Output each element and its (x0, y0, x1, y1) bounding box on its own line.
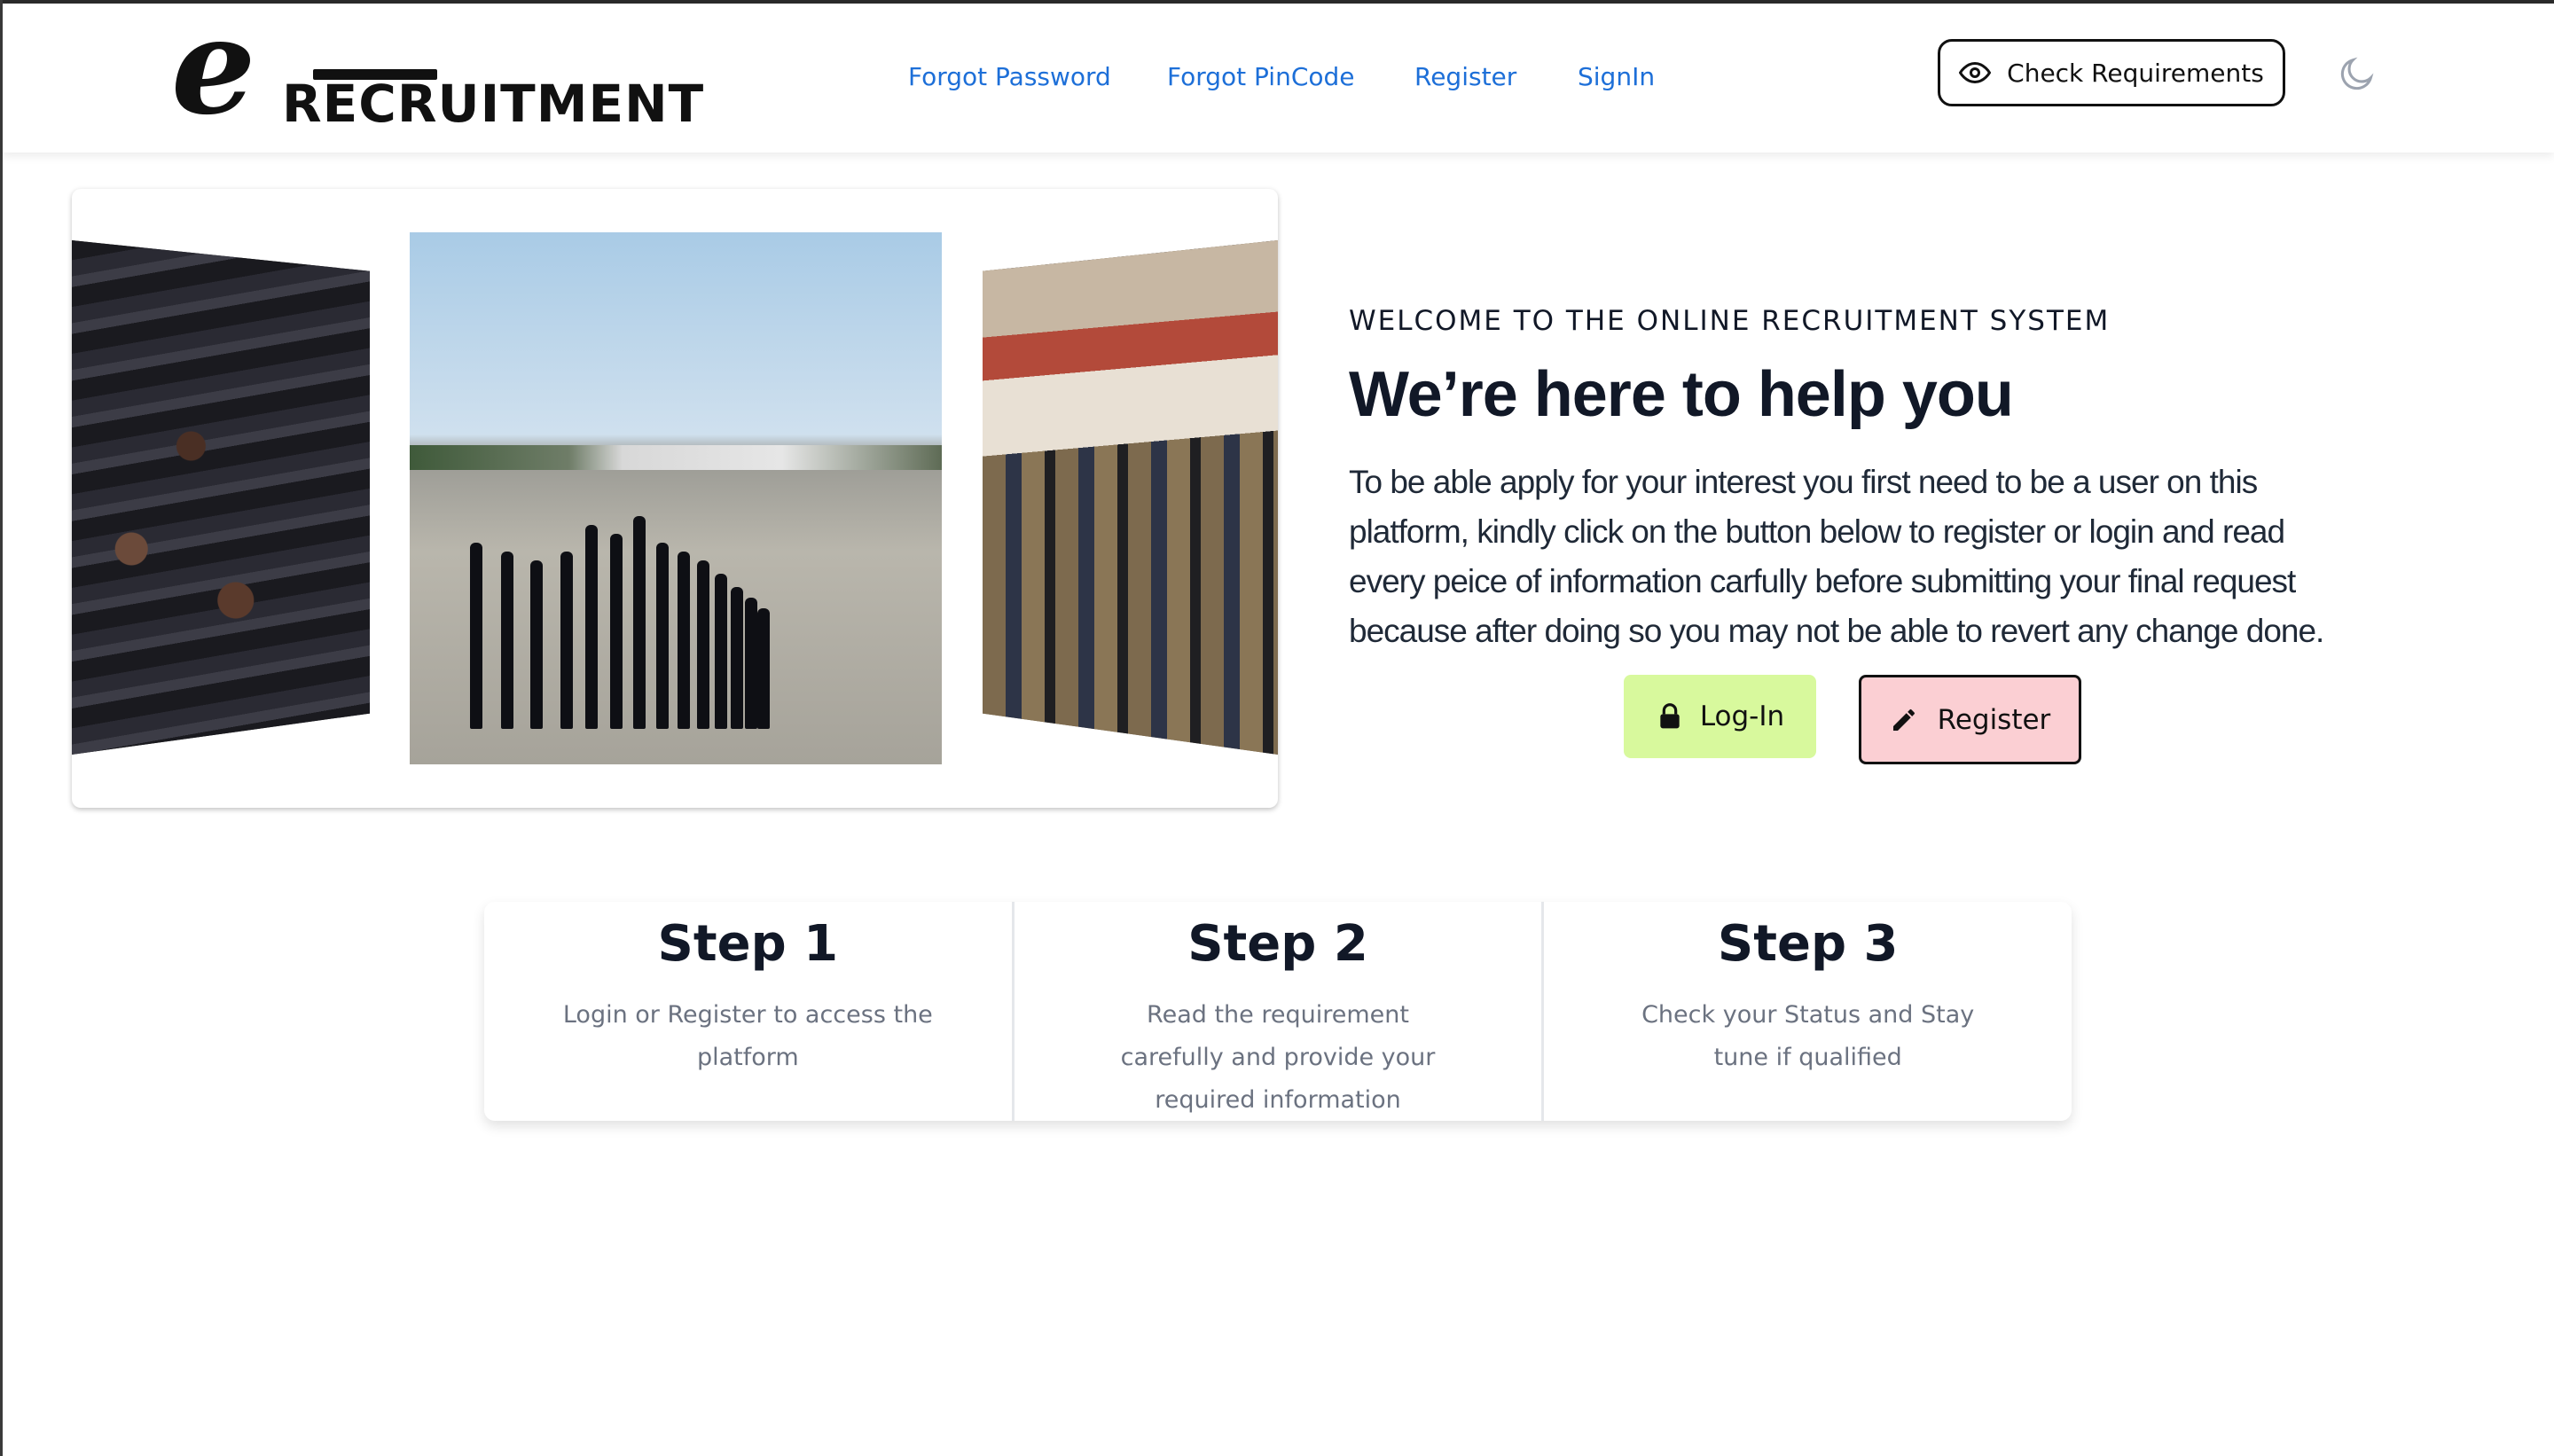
welcome-eyebrow: WELCOME TO THE ONLINE RECRUITMENT SYSTEM (1349, 305, 2111, 337)
photo-parade-figures (461, 463, 780, 729)
step-description: Check your Status and Stay tune if quali… (1641, 1001, 1975, 1071)
moon-icon[interactable] (2337, 53, 2378, 94)
eye-icon (1959, 61, 1992, 84)
register-label: Register (1937, 703, 2051, 736)
erecruitment-logo[interactable]: e RECRUITMENT (171, 0, 705, 134)
photo-carousel[interactable] (72, 189, 1278, 808)
step-title: Step 3 (1717, 915, 1899, 973)
register-button[interactable]: Register (1859, 675, 2081, 764)
step-description: Login or Register to access the platform (562, 1001, 933, 1071)
steps-panel: Step 1 Login or Register to access the p… (484, 902, 2072, 1121)
carousel-slide-center[interactable] (410, 232, 942, 764)
step-card-1: Step 1 Login or Register to access the p… (484, 902, 1012, 1121)
step-card-2: Step 2 Read the requirement carefully an… (1011, 902, 1542, 1121)
window-left-border (0, 0, 3, 1456)
lock-icon (1660, 703, 1680, 729)
nav-register[interactable]: Register (1414, 62, 1516, 91)
carousel-slide-right[interactable] (983, 240, 1278, 755)
photo-recruits-seated (72, 240, 370, 755)
nav-forgot-password[interactable]: Forgot Password (908, 62, 1111, 91)
login-label: Log-In (1699, 701, 1785, 732)
check-requirements-label: Check Requirements (2007, 58, 2264, 88)
pencil-icon (1892, 708, 1915, 731)
hero-headline: We’re here to help you (1349, 359, 2014, 430)
site-header: e RECRUITMENT Forgot Password Forgot Pin… (3, 0, 2554, 153)
photo-parade-line (410, 232, 942, 764)
logo-word: RECRUITMENT (282, 74, 705, 134)
nav-signin[interactable]: SignIn (1578, 62, 1655, 91)
carousel-slide-left[interactable] (72, 240, 370, 755)
step-description: Read the requirement carefully and provi… (1120, 1001, 1436, 1114)
hero-description: To be able apply for your interest you f… (1349, 464, 2324, 649)
step-title: Step 2 (1187, 915, 1368, 973)
check-requirements-button[interactable]: Check Requirements (1938, 39, 2285, 106)
logo-letter: e (171, 0, 256, 145)
photo-k9-unit (983, 240, 1278, 755)
step-card-3: Step 3 Check your Status and Stay tune i… (1541, 902, 2072, 1121)
step-title: Step 1 (657, 915, 839, 973)
login-button[interactable]: Log-In (1624, 675, 1816, 758)
nav-forgot-pincode[interactable]: Forgot PinCode (1167, 62, 1355, 91)
